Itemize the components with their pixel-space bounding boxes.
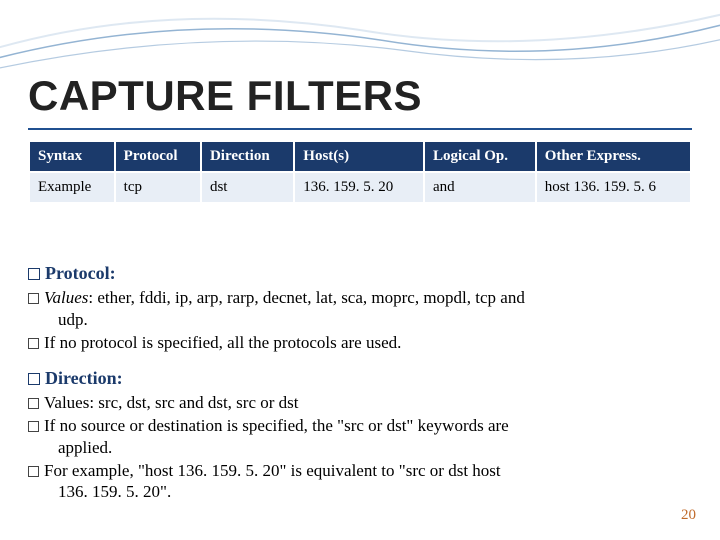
th-logical-op: Logical Op. [424, 141, 536, 172]
th-syntax: Syntax [29, 141, 115, 172]
section-heading-direction: Direction: [28, 367, 692, 390]
th-hosts: Host(s) [294, 141, 424, 172]
values-text: : ether, fddi, ip, arp, rarp, decnet, la… [88, 288, 524, 307]
page-number: 20 [681, 507, 696, 524]
bullet-protocol-default: If no protocol is specified, all the pro… [28, 332, 692, 354]
bullet-cont: applied. [28, 437, 692, 459]
slide: CAPTURE FILTERS Syntax Protocol Directio… [0, 0, 720, 540]
title-underline [28, 128, 692, 130]
bullet-text: If no source or destination is specified… [44, 416, 509, 435]
checkbox-icon [28, 373, 40, 385]
td-protocol: tcp [115, 172, 201, 203]
heading-text: Protocol: [45, 263, 116, 283]
checkbox-icon [28, 338, 39, 349]
table-row: Example tcp dst 136. 159. 5. 20 and host… [29, 172, 691, 203]
bullet-cont: 136. 159. 5. 20". [28, 481, 692, 503]
checkbox-icon [28, 398, 39, 409]
th-protocol: Protocol [115, 141, 201, 172]
bullet-text: If no protocol is specified, all the pro… [44, 333, 401, 352]
bullet-direction-default: If no source or destination is specified… [28, 415, 692, 459]
section-heading-protocol: Protocol: [28, 262, 692, 285]
page-title: CAPTURE FILTERS [28, 72, 422, 120]
td-syntax: Example [29, 172, 115, 203]
checkbox-icon [28, 421, 39, 432]
bullet-direction-example: For example, "host 136. 159. 5. 20" is e… [28, 460, 692, 504]
content-body: Protocol: Values: ether, fddi, ip, arp, … [28, 248, 692, 504]
values-label: Values [44, 288, 88, 307]
td-logical-op: and [424, 172, 536, 203]
bullet-direction-values: Values: src, dst, src and dst, src or ds… [28, 392, 692, 414]
checkbox-icon [28, 268, 40, 280]
table-header-row: Syntax Protocol Direction Host(s) Logica… [29, 141, 691, 172]
td-other-express: host 136. 159. 5. 6 [536, 172, 691, 203]
heading-text: Direction: [45, 368, 123, 388]
td-direction: dst [201, 172, 294, 203]
values-cont: udp. [28, 309, 692, 331]
th-direction: Direction [201, 141, 294, 172]
checkbox-icon [28, 293, 39, 304]
th-other-express: Other Express. [536, 141, 691, 172]
filter-syntax-table: Syntax Protocol Direction Host(s) Logica… [28, 140, 692, 204]
bullet-text: For example, "host 136. 159. 5. 20" is e… [44, 461, 501, 480]
td-hosts: 136. 159. 5. 20 [294, 172, 424, 203]
bullet-text: Values: src, dst, src and dst, src or ds… [44, 393, 299, 412]
bullet-protocol-values: Values: ether, fddi, ip, arp, rarp, decn… [28, 287, 692, 331]
checkbox-icon [28, 466, 39, 477]
